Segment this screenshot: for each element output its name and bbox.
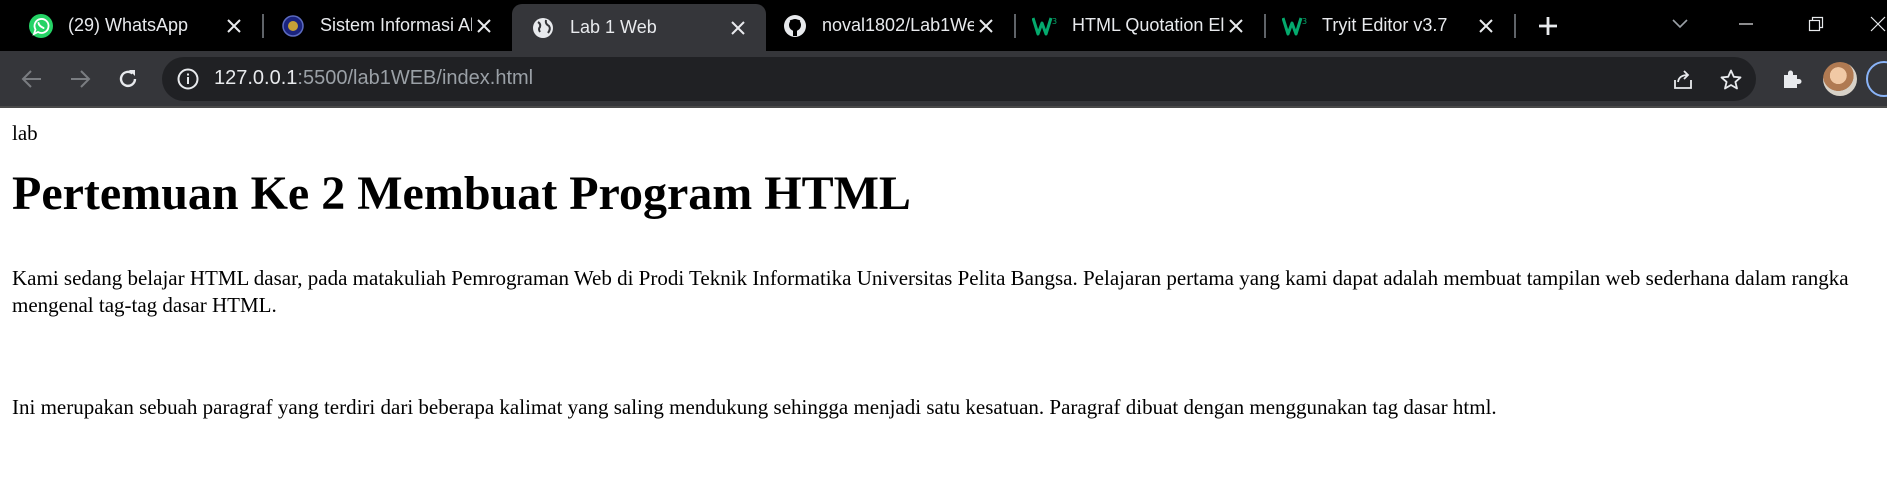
page-content: lab Pertemuan Ke 2 Membuat Program HTML …: [0, 108, 1887, 493]
tab-title: noval1802/Lab1We: [822, 15, 974, 35]
url-text[interactable]: 127.0.0.1:5500/lab1WEB/index.html: [214, 67, 533, 90]
reload-icon: [119, 70, 137, 88]
svg-text:3: 3: [1302, 17, 1307, 26]
restore-icon: [1808, 16, 1824, 32]
url-path: :5500/lab1WEB/index.html: [297, 67, 534, 89]
svg-text:3: 3: [1052, 17, 1057, 26]
tab-strip: (29) WhatsApp Sistem Informasi Al Lab 1 …: [0, 0, 1887, 51]
browser-toolbar: 127.0.0.1:5500/lab1WEB/index.html: [0, 51, 1887, 106]
paragraph-intro: Kami sedang belajar HTML dasar, pada mat…: [12, 266, 1849, 317]
close-icon: [1870, 16, 1886, 32]
tab-title: Sistem Informasi Al: [320, 15, 472, 35]
plus-icon: [1539, 17, 1557, 35]
browser-chrome: (29) WhatsApp Sistem Informasi Al Lab 1 …: [0, 0, 1887, 108]
chevron-down-icon: [1672, 19, 1688, 29]
bookmark-button[interactable]: [1718, 67, 1744, 93]
lab-text: lab: [12, 121, 38, 145]
star-icon: [1720, 69, 1742, 90]
arrow-right-icon: [71, 70, 91, 88]
tab-title: (29) WhatsApp: [68, 15, 189, 35]
whatsapp-icon: [28, 13, 54, 39]
tab-separator: [1514, 14, 1516, 38]
tab-sistem-informasi[interactable]: Sistem Informasi Al: [264, 0, 512, 51]
chrome-menu-button[interactable]: [1866, 61, 1887, 97]
minimize-icon: [1739, 23, 1753, 25]
close-icon[interactable]: [1474, 14, 1498, 38]
puzzle-icon: [1784, 70, 1802, 88]
new-tab-button[interactable]: [1534, 12, 1562, 40]
info-icon[interactable]: [176, 67, 200, 91]
close-icon[interactable]: [726, 16, 750, 40]
forward-button[interactable]: [64, 63, 96, 95]
tab-title: Tryit Editor v3.7: [1322, 15, 1448, 35]
arrow-left-icon: [21, 70, 41, 88]
profile-avatar[interactable]: [1823, 62, 1857, 96]
tab-search-button[interactable]: [1666, 12, 1694, 36]
page-heading: Pertemuan Ke 2 Membuat Program HTML: [12, 167, 911, 220]
reload-button[interactable]: [112, 63, 144, 95]
paragraph-definition: Ini merupakan sebuah paragraf yang terdi…: [12, 395, 1497, 419]
tab-html-quotation[interactable]: 3 HTML Quotation El: [1016, 0, 1264, 51]
address-bar[interactable]: 127.0.0.1:5500/lab1WEB/index.html: [162, 57, 1756, 101]
restore-button[interactable]: [1802, 12, 1830, 36]
tab-whatsapp[interactable]: (29) WhatsApp: [0, 0, 262, 51]
tab-tryit-editor[interactable]: 3 Tryit Editor v3.7: [1266, 0, 1514, 51]
tab-lab-1-web[interactable]: Lab 1 Web: [512, 4, 766, 51]
share-icon: [1674, 70, 1692, 89]
w3schools-icon: 3: [1282, 13, 1308, 39]
github-icon: [782, 13, 808, 39]
extensions-button[interactable]: [1776, 63, 1808, 95]
tab-github[interactable]: noval1802/Lab1We: [766, 0, 1014, 51]
tab-title: Lab 1 Web: [570, 17, 657, 37]
tab-title: HTML Quotation El: [1072, 15, 1224, 35]
close-icon[interactable]: [472, 14, 496, 38]
close-window-button[interactable]: [1864, 12, 1887, 36]
url-host: 127.0.0.1: [214, 67, 298, 89]
back-button[interactable]: [16, 63, 48, 95]
minimize-button[interactable]: [1732, 12, 1760, 36]
university-seal-icon: [280, 13, 306, 39]
w3schools-icon: 3: [1032, 13, 1058, 39]
globe-icon: [530, 15, 556, 41]
close-icon[interactable]: [222, 14, 246, 38]
close-icon[interactable]: [1224, 14, 1248, 38]
close-icon[interactable]: [974, 14, 998, 38]
share-button[interactable]: [1670, 67, 1696, 93]
